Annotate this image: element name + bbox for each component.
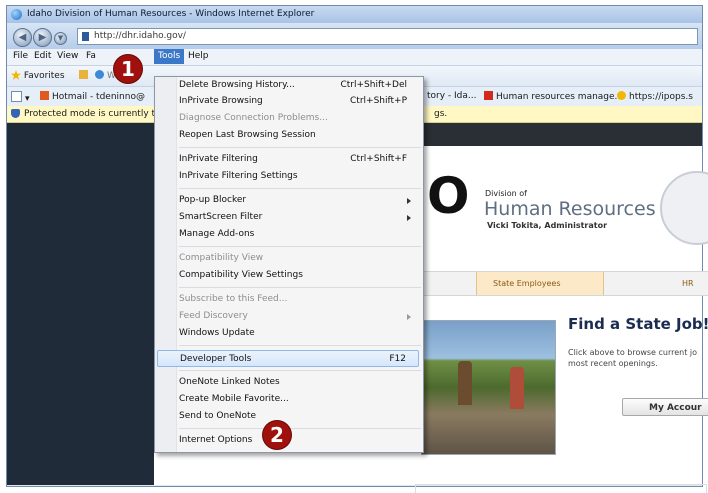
shield-icon bbox=[11, 109, 23, 120]
back-button[interactable]: ◀ bbox=[13, 28, 32, 47]
forward-button[interactable]: ▶ bbox=[33, 28, 52, 47]
protected-mode-text: Protected mode is currently t bbox=[24, 109, 156, 119]
menu-item-shortcut: Ctrl+Shift+F bbox=[350, 154, 407, 164]
menu-item-subscribe-feed: Subscribe to this Feed... bbox=[179, 294, 288, 304]
menu-item-compatibility-settings[interactable]: Compatibility View Settings bbox=[179, 267, 419, 284]
find-job-heading[interactable]: Find a State Job! bbox=[568, 315, 708, 333]
menu-item-shortcut: F12 bbox=[389, 354, 406, 364]
nav-state-employees[interactable]: State Employees bbox=[476, 272, 604, 295]
address-toolbar: ◀ ▶ ▼ http://dhr.idaho.gov/ bbox=[7, 23, 702, 49]
menu-item-label: Pop-up Blocker bbox=[179, 195, 247, 205]
menu-item-label: Feed Discovery bbox=[179, 311, 248, 321]
window-title: Idaho Division of Human Resources - Wind… bbox=[27, 9, 315, 19]
menu-item-shortcut: Ctrl+Shift+Del bbox=[340, 80, 407, 90]
site-nav: State Employees HR bbox=[416, 271, 708, 296]
tab-ipops-label: https://ipops.s bbox=[629, 92, 693, 102]
menu-item-diagnose: Diagnose Connection Problems... bbox=[179, 113, 328, 123]
menu-item-windows-update[interactable]: Windows Update bbox=[179, 325, 419, 342]
photo-person-1 bbox=[458, 361, 472, 405]
menu-item-smartscreen[interactable]: SmartScreen Filter bbox=[179, 209, 419, 226]
page-icon bbox=[82, 32, 89, 41]
menu-item-label: SmartScreen Filter bbox=[179, 212, 263, 222]
menu-item-send-onenote[interactable]: Send to OneNote bbox=[179, 408, 419, 425]
menu-separator bbox=[179, 287, 421, 288]
menu-item-manage-addons[interactable]: Manage Add-ons bbox=[179, 226, 419, 243]
address-field[interactable]: http://dhr.idaho.gov/ bbox=[77, 28, 698, 45]
tab-hr-management[interactable]: Human resources manage... bbox=[484, 91, 623, 102]
hotmail-icon bbox=[40, 91, 49, 100]
menu-item-label: InPrivate Browsing bbox=[179, 96, 263, 106]
menu-item-internet-options[interactable]: Internet Options bbox=[179, 432, 419, 449]
menu-separator bbox=[179, 345, 421, 346]
site-favicon-icon bbox=[484, 91, 493, 100]
menu-favorites[interactable]: Fa bbox=[86, 51, 96, 61]
menu-icon-gutter bbox=[155, 77, 177, 452]
quick-tabs-icon[interactable]: ▾ bbox=[11, 91, 30, 104]
menu-view[interactable]: View bbox=[57, 51, 78, 61]
menu-item-developer-tools[interactable]: Developer Tools F12 bbox=[157, 350, 419, 367]
protected-mode-text-tail: gs. bbox=[434, 109, 448, 119]
idaho-logo-fragment: O bbox=[427, 167, 470, 225]
menu-item-feed-discovery: Feed Discovery bbox=[179, 308, 419, 325]
photo-person-2 bbox=[510, 367, 524, 409]
menu-tools[interactable]: Tools bbox=[154, 49, 185, 64]
menu-separator bbox=[179, 246, 421, 247]
my-account-button[interactable]: My Accour bbox=[622, 398, 708, 416]
tab-ipops[interactable]: https://ipops.s bbox=[617, 91, 693, 102]
workers-photo bbox=[421, 320, 556, 455]
menu-item-reopen-session[interactable]: Reopen Last Browsing Session bbox=[179, 127, 419, 144]
tools-menu: Delete Browsing History... Ctrl+Shift+De… bbox=[154, 76, 424, 453]
favorites-star-icon bbox=[11, 70, 21, 80]
menu-item-inprivate-browsing[interactable]: InPrivate Browsing Ctrl+Shift+P bbox=[179, 93, 419, 110]
callout-badge-1: 1 bbox=[114, 55, 142, 83]
menu-item-shortcut: Ctrl+Shift+P bbox=[350, 96, 407, 106]
bottom-panel bbox=[415, 484, 707, 493]
menu-file[interactable]: File bbox=[13, 51, 28, 61]
submenu-arrow-icon bbox=[407, 198, 411, 204]
tab-hotmail-label: Hotmail - tdeninno@ bbox=[52, 92, 145, 102]
administrator-name: Vicki Tokita, Administrator bbox=[487, 221, 608, 230]
tab-hotmail[interactable]: Hotmail - tdeninno@ bbox=[40, 91, 145, 102]
menu-separator bbox=[179, 428, 421, 429]
menu-item-label: InPrivate Filtering bbox=[179, 154, 258, 164]
division-of-label: Division of bbox=[485, 189, 527, 198]
menu-item-compatibility-view: Compatibility View bbox=[179, 253, 264, 263]
ie-logo-icon bbox=[11, 9, 22, 20]
menu-item-delete-history[interactable]: Delete Browsing History... Ctrl+Shift+De… bbox=[179, 77, 419, 94]
menu-item-mobile-favorite[interactable]: Create Mobile Favorite... bbox=[179, 391, 419, 408]
nav-state-employees-label: State Employees bbox=[493, 279, 561, 288]
callout-badge-2: 2 bbox=[263, 421, 291, 449]
favorites-label: Favorites bbox=[23, 71, 65, 81]
menu-separator bbox=[179, 188, 421, 189]
title-bar: Idaho Division of Human Resources - Wind… bbox=[7, 6, 702, 23]
menu-item-inprivate-filtering-settings[interactable]: InPrivate Filtering Settings bbox=[179, 168, 419, 185]
submenu-arrow-icon bbox=[407, 215, 411, 221]
add-favorite-icon[interactable] bbox=[79, 70, 91, 81]
tab-history[interactable]: tory - Ida... bbox=[427, 91, 477, 101]
menu-item-inprivate-filtering[interactable]: InPrivate Filtering Ctrl+Shift+F bbox=[179, 151, 419, 168]
menu-edit[interactable]: Edit bbox=[34, 51, 51, 61]
menu-separator bbox=[179, 370, 421, 371]
menu-item-popup-blocker[interactable]: Pop-up Blocker bbox=[179, 192, 419, 209]
dropdown-arrow-icon[interactable]: ▼ bbox=[54, 32, 67, 45]
menu-bar: File Edit View Fa Tools Help bbox=[7, 49, 702, 66]
menu-item-onenote-linked[interactable]: OneNote Linked Notes bbox=[179, 374, 419, 391]
favorites-button[interactable]: Favorites bbox=[11, 70, 65, 81]
left-dark-panel bbox=[7, 123, 154, 485]
org-name: Human Resources bbox=[484, 198, 656, 220]
menu-item-label: Developer Tools bbox=[180, 354, 252, 364]
find-job-description: Click above to browse current jo most re… bbox=[568, 348, 698, 368]
menu-separator bbox=[179, 147, 421, 148]
nav-hr[interactable]: HR bbox=[682, 279, 694, 288]
ipops-icon bbox=[617, 91, 626, 100]
tab-hr-label: Human resources manage... bbox=[496, 92, 624, 102]
menu-help[interactable]: Help bbox=[188, 51, 209, 61]
menu-item-label: Delete Browsing History... bbox=[179, 80, 295, 90]
address-url: http://dhr.idaho.gov/ bbox=[94, 31, 186, 41]
submenu-arrow-icon bbox=[407, 314, 411, 320]
web-slice-icon bbox=[95, 70, 104, 79]
